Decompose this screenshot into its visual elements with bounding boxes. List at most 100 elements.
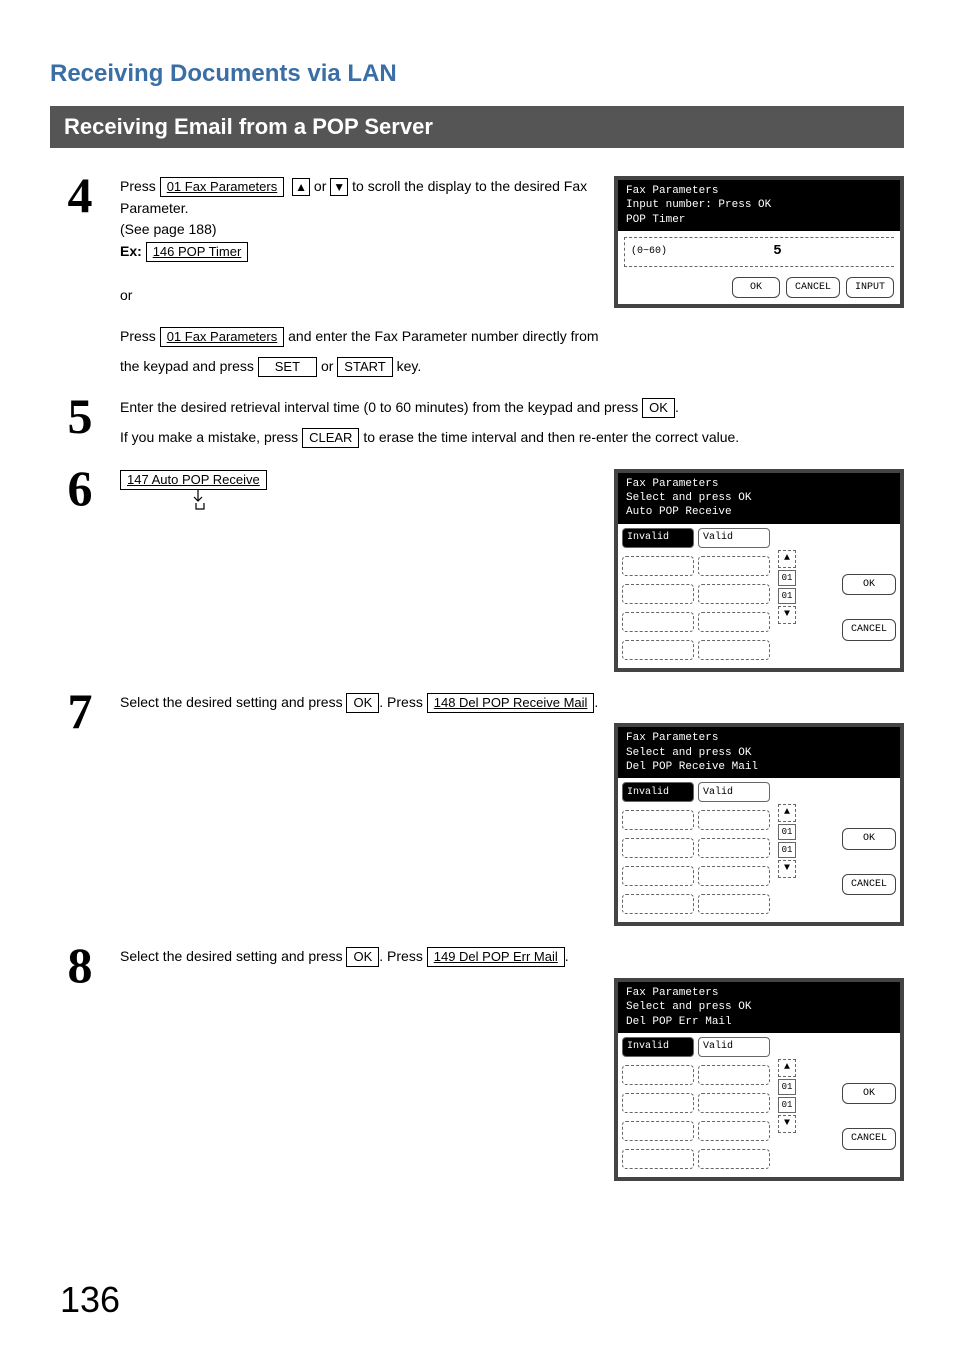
del-pop-receive-mail-button[interactable]: 148 Del POP Receive Mail <box>427 693 595 713</box>
lcd-empty-slot <box>622 810 694 830</box>
lcd-value: 5 <box>667 241 888 263</box>
lcd-empty-slot <box>698 810 770 830</box>
text: . <box>675 399 679 415</box>
clear-button[interactable]: CLEAR <box>302 428 359 448</box>
step-number: 6 <box>50 463 110 513</box>
step-7: 7 Select the desired setting and press O… <box>50 686 904 927</box>
lcd-option-invalid[interactable]: Invalid <box>622 1037 694 1057</box>
lcd-empty-slot <box>698 866 770 886</box>
text: Select the desired setting and press <box>120 694 346 710</box>
set-button[interactable]: SET <box>258 357 317 377</box>
lcd-arrow-down-icon[interactable]: ▼ <box>778 860 796 878</box>
lcd-cancel-button[interactable]: CANCEL <box>842 874 896 896</box>
step-number: 7 <box>50 686 110 736</box>
step-4: 4 Press 01 Fax Parameters ▲ or ▼ to scro… <box>50 170 904 377</box>
fax-parameters-button[interactable]: 01 Fax Parameters <box>160 177 285 197</box>
lcd-ok-button[interactable]: OK <box>842 828 896 850</box>
lcd-ok-button[interactable]: OK <box>732 277 780 299</box>
text: Select the desired setting and press <box>120 948 346 964</box>
lcd-empty-slot <box>622 556 694 576</box>
arrow-down-icon[interactable]: ▼ <box>330 178 348 196</box>
lcd-empty-slot <box>698 838 770 858</box>
auto-pop-receive-button[interactable]: 147 Auto POP Receive <box>120 470 267 490</box>
lcd-empty-slot <box>622 1121 694 1141</box>
example-label: Ex: <box>120 243 142 259</box>
lcd-screen-auto-pop: Fax Parameters Select and press OK Auto … <box>614 469 904 672</box>
lcd-index: 01 <box>778 1097 796 1113</box>
lcd-ok-button[interactable]: OK <box>842 574 896 596</box>
lcd-option-valid[interactable]: Valid <box>698 782 770 802</box>
text: . Press <box>379 694 426 710</box>
lcd-arrow-up-icon[interactable]: ▲ <box>778 804 796 822</box>
lcd-index: 01 <box>778 824 796 840</box>
lcd-cancel-button[interactable]: CANCEL <box>842 1128 896 1150</box>
lcd-empty-slot <box>698 894 770 914</box>
lcd-empty-slot <box>698 1093 770 1113</box>
text: the keypad and press <box>120 358 258 374</box>
lcd-empty-slot <box>622 612 694 632</box>
see-page: (See page 188) <box>120 219 596 241</box>
lcd-screen-del-pop-receive: Fax Parameters Select and press OK Del P… <box>614 723 904 926</box>
lcd-input-button[interactable]: INPUT <box>846 277 894 299</box>
lcd-empty-slot <box>622 838 694 858</box>
lcd-option-valid[interactable]: Valid <box>698 528 770 548</box>
text: . Press <box>379 948 426 964</box>
step-number: 4 <box>50 170 110 220</box>
step-5: 5 Enter the desired retrieval interval t… <box>50 391 904 448</box>
lcd-empty-slot <box>622 866 694 886</box>
ok-button[interactable]: OK <box>346 693 379 713</box>
text: or <box>314 178 330 194</box>
lcd-ok-button[interactable]: OK <box>842 1083 896 1105</box>
lcd-empty-slot <box>698 640 770 660</box>
lcd-cancel-button[interactable]: CANCEL <box>842 619 896 641</box>
lcd-header: Fax Parameters Input number: Press OK PO… <box>618 180 900 231</box>
lcd-empty-slot <box>698 1121 770 1141</box>
ok-button[interactable]: OK <box>642 398 675 418</box>
step-6: 6 147 Auto POP Receive Fax Parameters Se… <box>50 463 904 672</box>
text: Press <box>120 178 160 194</box>
lcd-empty-slot <box>698 1065 770 1085</box>
lcd-empty-slot <box>622 1065 694 1085</box>
lcd-header: Fax Parameters Select and press OK Del P… <box>618 982 900 1033</box>
lcd-index: 01 <box>778 588 796 604</box>
step-number: 5 <box>50 391 110 441</box>
ok-button[interactable]: OK <box>346 947 379 967</box>
text: to erase the time interval and then re-e… <box>363 429 739 445</box>
lcd-arrow-down-icon[interactable]: ▼ <box>778 606 796 624</box>
cursor-icon <box>190 489 210 511</box>
lcd-index: 01 <box>778 842 796 858</box>
lcd-empty-slot <box>622 640 694 660</box>
subsection-title: Receiving Email from a POP Server <box>50 106 904 148</box>
lcd-empty-slot <box>698 1149 770 1169</box>
lcd-header: Fax Parameters Select and press OK Auto … <box>618 473 900 524</box>
lcd-cancel-button[interactable]: CANCEL <box>786 277 840 299</box>
text: . <box>594 694 598 710</box>
text: and enter the Fax Parameter number direc… <box>288 328 598 344</box>
lcd-option-invalid[interactable]: Invalid <box>622 782 694 802</box>
lcd-empty-slot <box>622 1093 694 1113</box>
lcd-header: Fax Parameters Select and press OK Del P… <box>618 727 900 778</box>
arrow-up-icon[interactable]: ▲ <box>292 178 310 196</box>
page-number: 136 <box>60 1279 120 1321</box>
fax-parameters-button[interactable]: 01 Fax Parameters <box>160 327 285 347</box>
lcd-arrow-up-icon[interactable]: ▲ <box>778 1059 796 1077</box>
lcd-empty-slot <box>622 894 694 914</box>
lcd-screen-pop-timer: Fax Parameters Input number: Press OK PO… <box>614 176 904 308</box>
lcd-option-valid[interactable]: Valid <box>698 1037 770 1057</box>
text: If you make a mistake, press <box>120 429 302 445</box>
text: Enter the desired retrieval interval tim… <box>120 399 642 415</box>
lcd-range: (0~60) <box>631 244 667 260</box>
lcd-index: 01 <box>778 570 796 586</box>
text: key. <box>397 358 422 374</box>
del-pop-err-mail-button[interactable]: 149 Del POP Err Mail <box>427 947 565 967</box>
lcd-arrow-up-icon[interactable]: ▲ <box>778 550 796 568</box>
lcd-option-invalid[interactable]: Invalid <box>622 528 694 548</box>
lcd-arrow-down-icon[interactable]: ▼ <box>778 1115 796 1133</box>
text: or <box>321 358 337 374</box>
lcd-screen-del-pop-err: Fax Parameters Select and press OK Del P… <box>614 978 904 1181</box>
or-label: or <box>120 285 596 307</box>
start-button[interactable]: START <box>337 357 392 377</box>
pop-timer-button[interactable]: 146 POP Timer <box>146 242 249 262</box>
step-8: 8 Select the desired setting and press O… <box>50 940 904 1181</box>
lcd-empty-slot <box>698 612 770 632</box>
